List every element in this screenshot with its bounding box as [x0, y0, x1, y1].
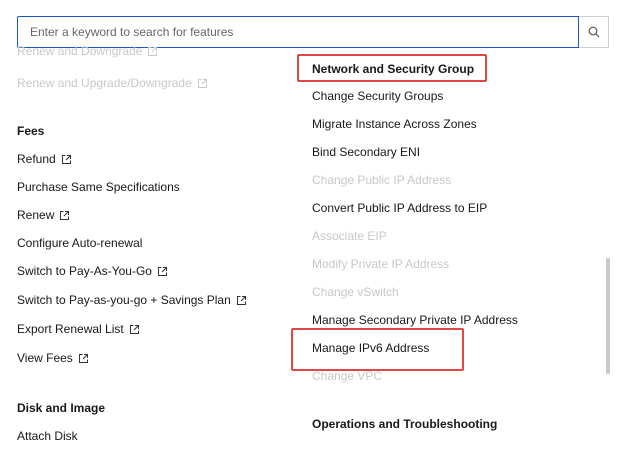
menu-item-label: Renew [17, 208, 55, 222]
section-heading-fees: Fees [17, 124, 45, 138]
section-heading-disk-and-image: Disk and Image [17, 401, 106, 415]
menu-item-associate-eip[interactable]: Associate EIP [312, 228, 387, 244]
section-heading-operations-and-troubleshooting: Operations and Troubleshooting [312, 417, 498, 431]
menu-item-label: Attach Disk [17, 429, 78, 443]
menu-item-change-public-ip-address[interactable]: Change Public IP Address [312, 172, 451, 188]
menu-item-export-renewal-list[interactable]: Export Renewal List [17, 321, 140, 337]
menu-item-renew-and-downgrade[interactable]: Renew and Downgrade [17, 43, 158, 59]
external-link-icon [78, 353, 89, 364]
menu-item-label: Switch to Pay-As-You-Go [17, 264, 152, 278]
menu-item-refund[interactable]: Refund [17, 151, 72, 167]
menu-item-label: Configure Auto-renewal [17, 236, 143, 250]
external-link-icon [157, 266, 168, 277]
menu-item-label: Renew and Downgrade [17, 44, 143, 58]
menu-item-renew[interactable]: Renew [17, 207, 70, 223]
highlight-box-manage-ipv6 [291, 328, 464, 371]
menu-item-label: Switch to Pay-as-you-go + Savings Plan [17, 293, 231, 307]
menu-item-label: Modify Private IP Address [312, 257, 450, 271]
menu-item-attach-disk[interactable]: Attach Disk [17, 428, 78, 444]
menu-item-label: Convert Public IP Address to EIP [312, 201, 488, 215]
menu-item-migrate-instance-across-zones[interactable]: Migrate Instance Across Zones [312, 116, 477, 132]
feature-search-panel: Renew and Downgrade Renew and Upgrade/Do… [0, 0, 626, 452]
highlight-box-network-heading [297, 54, 487, 82]
menu-item-label: Change Public IP Address [312, 173, 452, 187]
menu-item-change-vswitch[interactable]: Change vSwitch [312, 284, 399, 300]
menu-item-label: View Fees [17, 351, 73, 365]
menu-item-switch-to-pay-as-you-go-savings-plan[interactable]: Switch to Pay-as-you-go + Savings Plan [17, 292, 247, 308]
menu-item-configure-auto-renewal[interactable]: Configure Auto-renewal [17, 235, 142, 251]
scrollbar-thumb[interactable] [606, 258, 610, 374]
external-link-icon [197, 78, 208, 89]
menu-item-label: Associate EIP [312, 229, 387, 243]
external-link-icon [236, 295, 247, 306]
menu-item-renew-and-upgrade-downgrade[interactable]: Renew and Upgrade/Downgrade [17, 75, 208, 91]
menu-item-bind-secondary-eni[interactable]: Bind Secondary ENI [312, 144, 420, 160]
menu-item-label: Change vSwitch [312, 285, 399, 299]
menu-item-label: Change Security Groups [312, 89, 444, 103]
external-link-icon [59, 210, 70, 221]
menu-item-manage-secondary-private-ip[interactable]: Manage Secondary Private IP Address [312, 312, 518, 328]
search-button[interactable] [579, 16, 609, 48]
external-link-icon [147, 46, 158, 57]
menu-item-switch-to-pay-as-you-go[interactable]: Switch to Pay-As-You-Go [17, 263, 168, 279]
external-link-icon [61, 154, 72, 165]
menu-item-label: Purchase Same Specifications [17, 180, 180, 194]
menu-item-label: Migrate Instance Across Zones [312, 117, 477, 131]
menu-item-change-security-groups[interactable]: Change Security Groups [312, 88, 443, 104]
menu-item-convert-public-ip-to-eip[interactable]: Convert Public IP Address to EIP [312, 200, 487, 216]
menu-item-view-fees[interactable]: View Fees [17, 350, 89, 366]
external-link-icon [129, 324, 140, 335]
menu-item-label: Manage Secondary Private IP Address [312, 313, 518, 327]
menu-item-purchase-same-specifications[interactable]: Purchase Same Specifications [17, 179, 180, 195]
search-icon [588, 26, 599, 38]
menu-item-modify-private-ip-address[interactable]: Modify Private IP Address [312, 256, 449, 272]
scrollbar[interactable] [604, 50, 610, 450]
menu-item-label: Refund [17, 152, 56, 166]
menu-item-label: Export Renewal List [17, 322, 124, 336]
menu-item-label: Bind Secondary ENI [312, 145, 421, 159]
menu-item-label: Renew and Upgrade/Downgrade [17, 76, 192, 90]
